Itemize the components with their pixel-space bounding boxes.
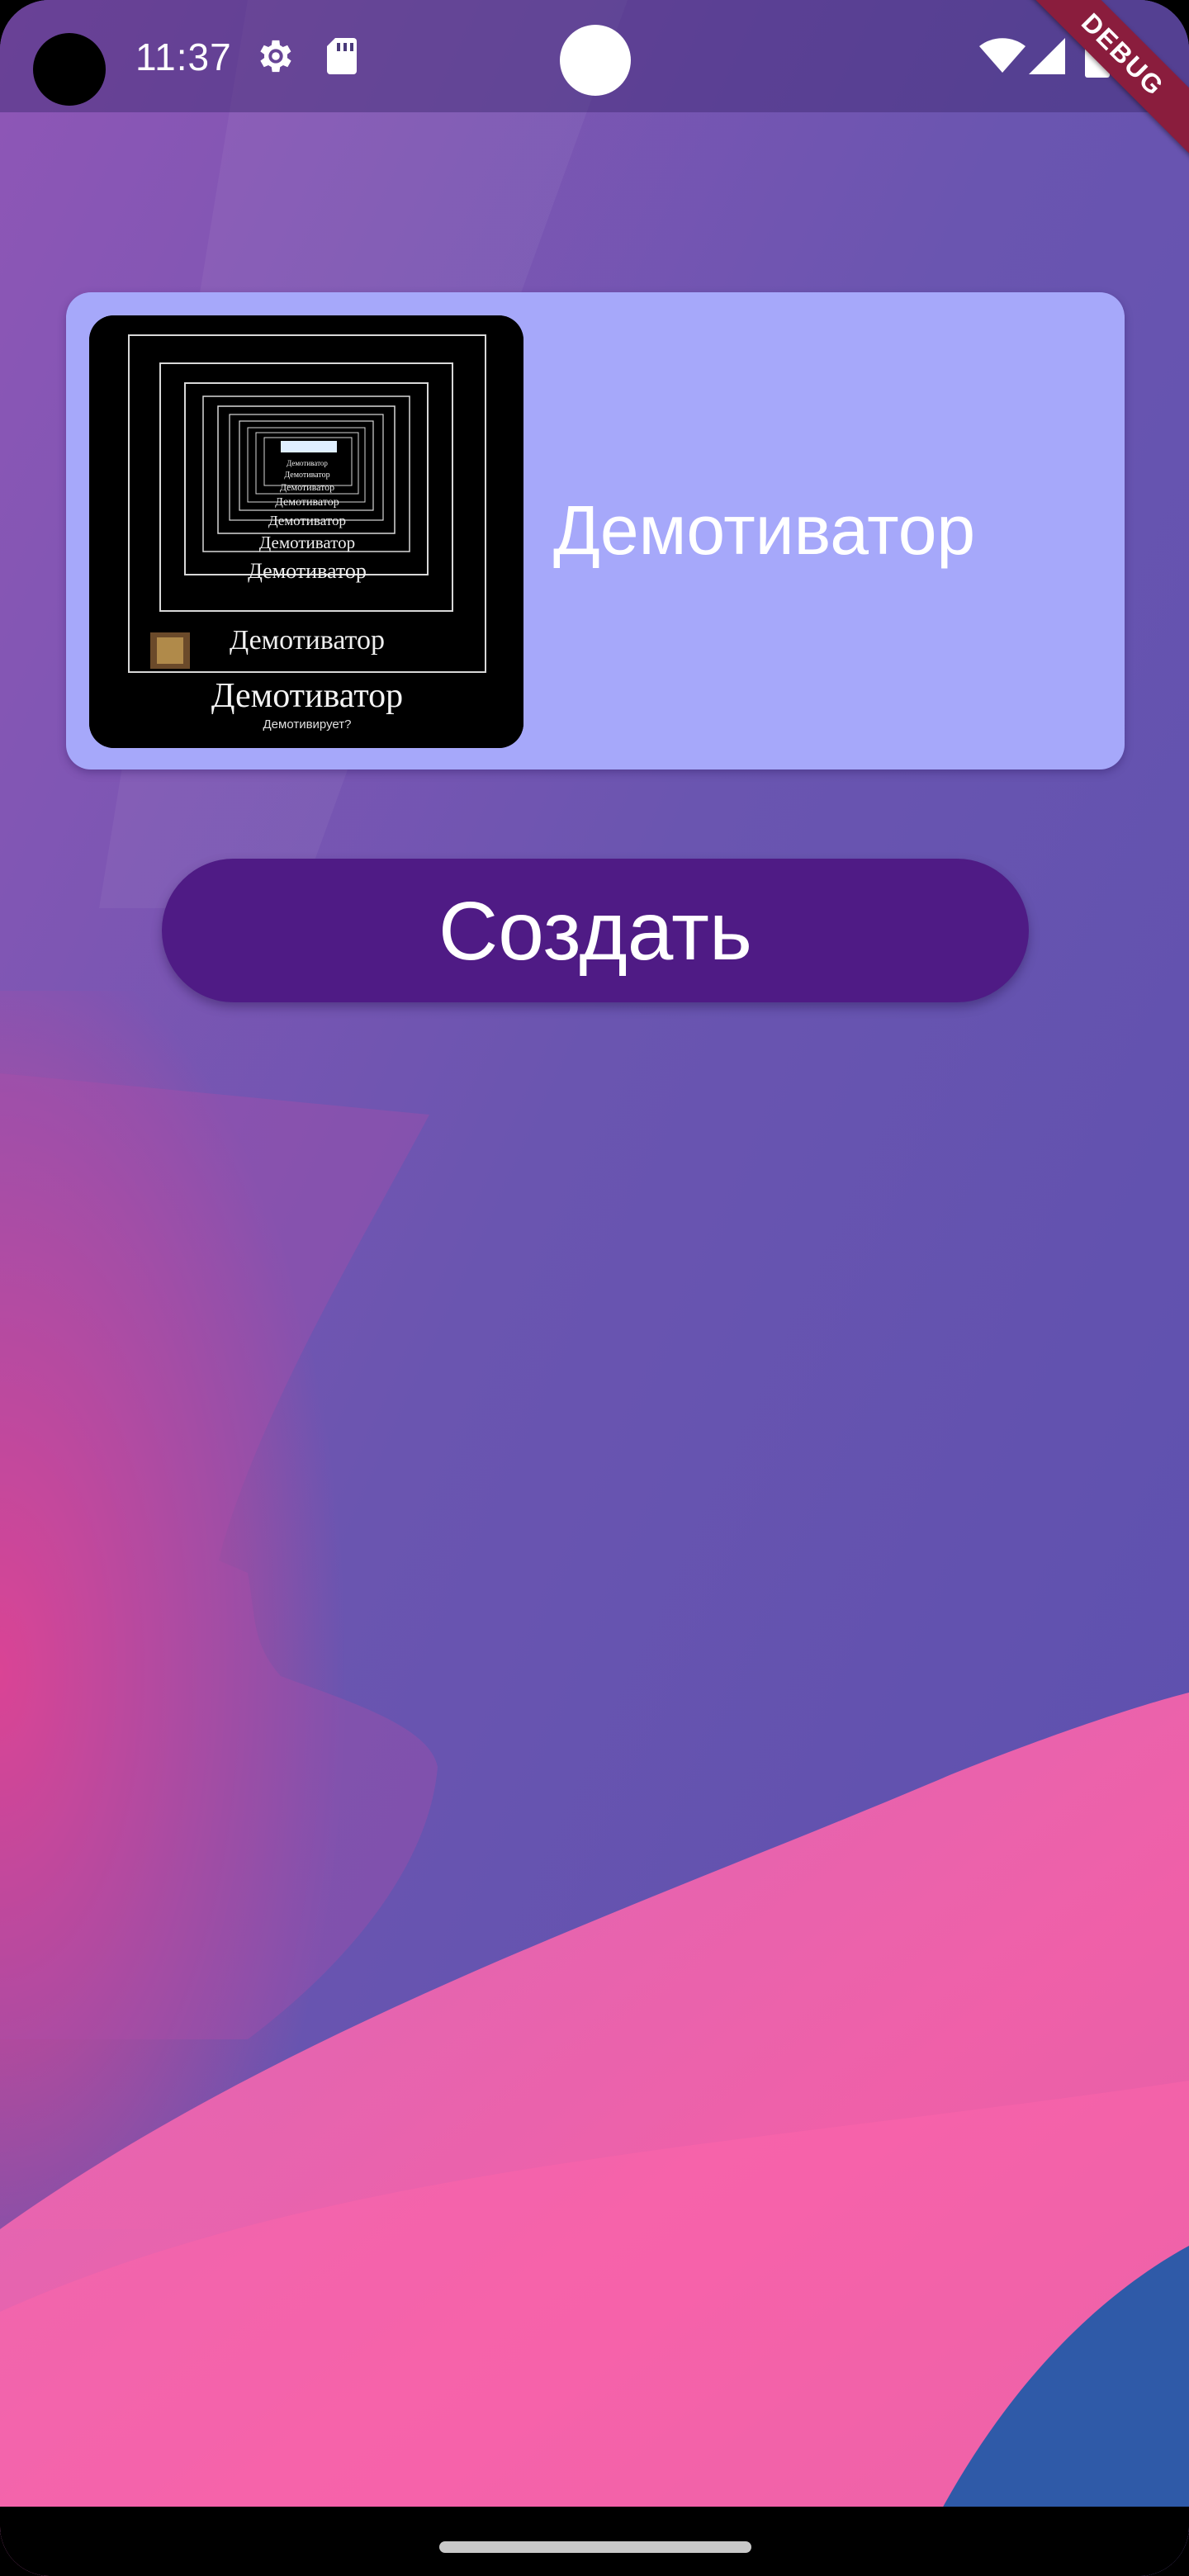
caption-level-6: Демотиватор [259,533,355,552]
caption-level-3: Демотиватор [280,481,334,493]
home-indicator[interactable] [439,2541,751,2553]
caption-level-1: Демотиватор [287,459,328,467]
caption-level-4: Демотиватор [275,496,339,509]
notification-dot [560,25,631,96]
caption-large: Демотиватор [230,625,385,656]
wifi-icon [979,38,1026,73]
create-button[interactable]: Создать [162,859,1029,1002]
sd-card-icon [327,38,357,74]
camera-hole [33,33,106,106]
demotivator-thumbnail: Демотиватор Демотиватор Демотиватор Демо… [89,315,523,748]
cellular-signal-icon [1029,38,1065,74]
demotivator-card[interactable]: Демотиватор Демотиватор Демотиватор Демо… [66,292,1125,769]
status-time: 11:37 [135,36,232,78]
caption-level-5: Демотиватор [268,513,346,528]
nested-frames-image: Демотиватор Демотиватор Демотиватор Демо… [89,315,523,748]
caption-level-7: Демотиватор [248,559,367,583]
settings-gear-icon [260,40,291,73]
status-bar: 11:37 DEBUG [0,0,1189,159]
navigation-bar [0,2507,1189,2576]
app-screen: 11:37 DEBUG Демотиватор Демотиватор Демо… [0,0,1189,2576]
caption-subtitle: Демотивирует? [263,717,352,732]
caption-bottom: Демотиватор [211,677,403,715]
caption-level-2: Демотиватор [284,471,329,480]
card-title: Демотиватор [553,491,976,569]
